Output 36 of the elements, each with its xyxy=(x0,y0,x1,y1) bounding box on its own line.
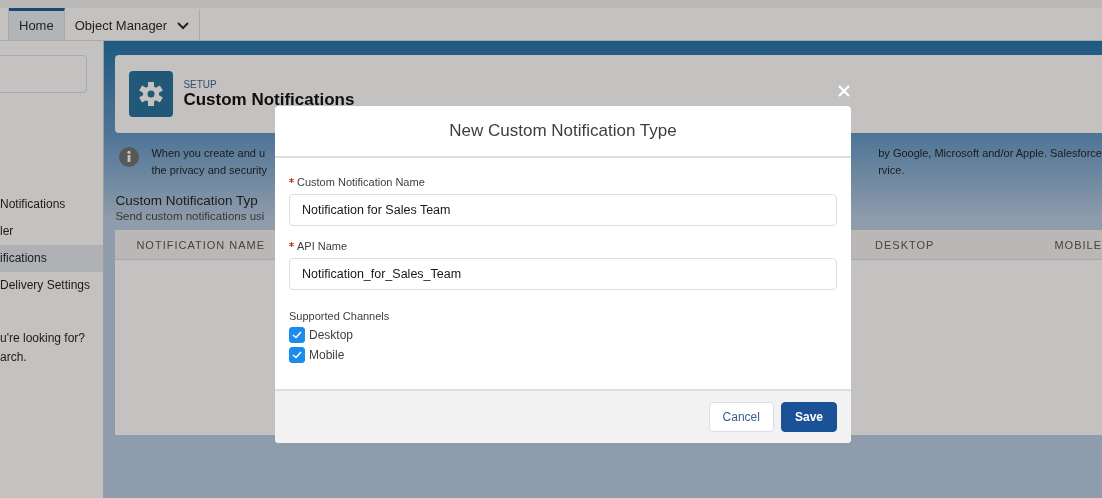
checkbox-label[interactable]: Mobile xyxy=(309,348,345,362)
info-icon xyxy=(119,147,140,167)
section-title: Custom Notification Typ xyxy=(115,193,259,208)
info-text: rvice. xyxy=(878,163,906,178)
check-icon xyxy=(292,331,302,339)
nav-tab[interactable]: Home xyxy=(9,8,65,40)
column-header: MOBILE xyxy=(1054,238,1102,251)
input-field[interactable]: Notification_for_Sales_Team xyxy=(289,258,837,290)
column-header: NOTIFICATION NAME xyxy=(136,238,266,251)
info-text: by Google, Microsoft and/or Apple. Salesforce xyxy=(878,146,1102,161)
page-title: Custom Notifications xyxy=(183,89,355,110)
help-text: arch. xyxy=(0,349,28,366)
column-header: DESKTOP xyxy=(875,238,935,251)
info-text: When you create and u xyxy=(151,146,267,161)
gear-icon xyxy=(129,71,174,117)
checkbox[interactable] xyxy=(289,327,305,343)
field-label: Supported Channels xyxy=(289,310,391,322)
field-label: API Name xyxy=(297,240,348,252)
field-label: Custom Notification Name xyxy=(297,176,425,188)
checkbox-label[interactable]: Desktop xyxy=(309,328,354,342)
sidebar-item[interactable]: Delivery Settings xyxy=(0,272,104,299)
modal-title: New Custom Notification Type xyxy=(449,121,677,141)
sidebar-item[interactable]: Notifications xyxy=(0,191,104,218)
section-subtitle: Send custom notifications usi xyxy=(115,210,266,222)
sidebar-item[interactable]: ifications xyxy=(0,245,104,272)
input-field[interactable]: Notification for Sales Team xyxy=(289,194,837,226)
info-text: the privacy and security xyxy=(151,163,267,178)
search-field[interactable] xyxy=(0,55,88,93)
check-icon xyxy=(292,351,302,359)
save-button[interactable]: Save xyxy=(780,402,837,432)
cancel-button[interactable]: Cancel xyxy=(708,402,774,432)
close-icon[interactable] xyxy=(838,85,850,97)
sidebar-item[interactable]: ler xyxy=(0,218,104,245)
checkbox[interactable] xyxy=(289,347,305,363)
eyebrow-text: SETUP xyxy=(183,78,218,90)
help-text: u're looking for? xyxy=(0,330,86,347)
